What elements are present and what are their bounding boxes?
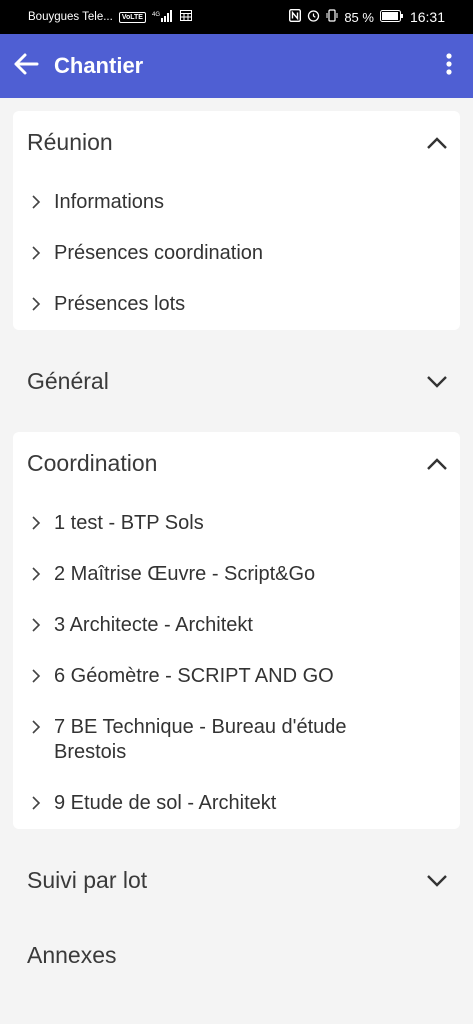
list-item[interactable]: Informations [13,190,460,216]
list-item[interactable]: 1 test - BTP Sols [13,511,460,537]
list-item[interactable]: Présences coordination [13,241,460,267]
list-item-label: 2 Maîtrise Œuvre - Script&Go [54,563,316,585]
chevron-right-icon [30,295,42,311]
section-annexes-header[interactable]: Annexes [0,936,473,976]
list-item-label: 3 Architecte - Architekt [54,614,253,636]
signal-icon: 4G [152,9,174,25]
chevron-up-icon[interactable] [423,129,451,157]
alarm-icon [307,9,320,25]
section-suivi-header[interactable]: Suivi par lot [0,861,473,901]
back-button[interactable] [0,34,52,98]
vibrate-icon [326,9,338,25]
chevron-right-icon [30,794,42,810]
svg-text:4G: 4G [152,12,160,18]
list-item-label: 7 BE Technique - Bureau d'étude Brestois [54,716,347,763]
section-title: Général [27,368,109,394]
list-item-label: Informations [54,191,165,213]
arrow-left-icon [13,52,39,81]
chevron-down-icon[interactable] [423,368,451,396]
volte-badge: VoLTE [118,11,146,23]
overflow-menu-button[interactable] [425,34,473,98]
list-item[interactable]: 9 Etude de sol - Architekt [13,791,460,817]
chevron-right-icon [30,514,42,530]
list-item-label: 1 test - BTP Sols [54,512,204,534]
chevron-right-icon [30,565,42,581]
status-bar: Bouygues Tele... VoLTE 4G 85 % 16:31 [0,0,473,34]
section-title: Annexes [27,942,117,968]
list-item[interactable]: 6 Géomètre - SCRIPT AND GO [13,664,460,690]
page-title: Chantier [54,53,144,78]
nfc-icon [289,8,302,25]
battery-percent: 85 % [344,9,374,25]
carrier-name: Bouygues Tele... [28,11,113,23]
chevron-down-icon[interactable] [423,867,451,895]
app-bar: Chantier [0,34,473,98]
section-coordination-header[interactable]: Coordination [13,446,460,486]
more-vert-icon [446,52,452,81]
section-title: Réunion [27,129,113,155]
chevron-right-icon [30,718,42,734]
list-item[interactable]: 3 Architecte - Architekt [13,613,460,639]
clock: 16:31 [409,9,445,25]
section-reunion: Réunion Informations Présences coordinat… [13,111,460,330]
list-item[interactable]: 7 BE Technique - Bureau d'étude Brestois [13,715,460,767]
battery-icon [379,9,404,25]
chevron-right-icon [30,244,42,260]
list-item-label: 6 Géomètre - SCRIPT AND GO [54,665,334,687]
chevron-right-icon [30,616,42,632]
list-item[interactable]: 2 Maîtrise Œuvre - Script&Go [13,562,460,588]
section-title: Suivi par lot [27,867,148,893]
list-item-label: 9 Etude de sol - Architekt [54,792,277,814]
calendar-icon [179,10,192,24]
section-coordination: Coordination 1 test - BTP Sols 2 Maîtris… [13,432,460,829]
list-item-label: Présences lots [54,293,186,315]
chevron-right-icon [30,667,42,683]
section-general-header[interactable]: Général [0,362,473,402]
chevron-up-icon[interactable] [423,450,451,478]
chevron-right-icon [30,193,42,209]
section-reunion-header[interactable]: Réunion [13,125,460,165]
section-title: Coordination [27,450,158,476]
list-item-label: Présences coordination [54,242,264,264]
list-item[interactable]: Présences lots [13,292,460,318]
